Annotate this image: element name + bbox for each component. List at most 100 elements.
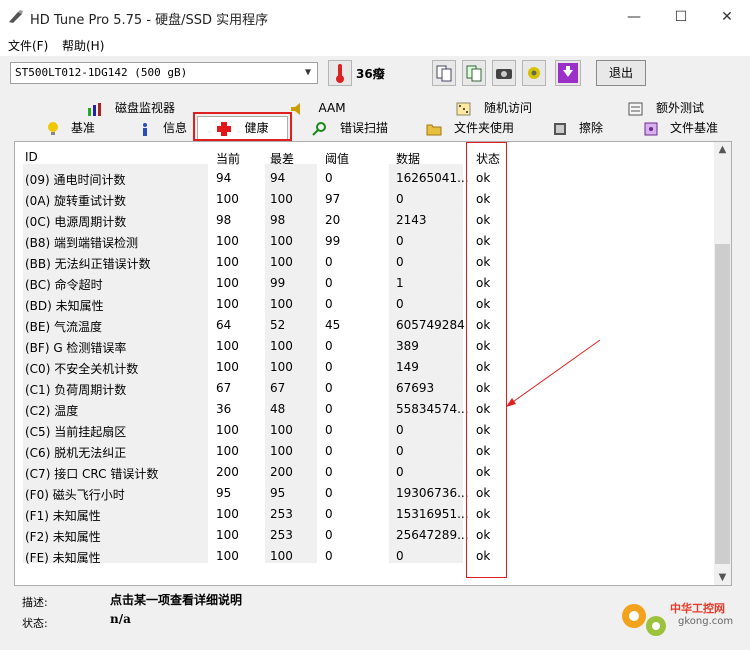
- cell-id: (C1) 负荷周期计数: [25, 383, 127, 397]
- tab-label: 错误扫描: [339, 121, 388, 135]
- cell-threshold: 45: [325, 318, 341, 332]
- cell-data: 15316951...: [396, 507, 469, 521]
- tab-disk-monitor[interactable]: 磁盘监视器: [56, 98, 206, 118]
- cell-data: 0: [396, 465, 404, 479]
- scroll-thumb[interactable]: [715, 244, 730, 564]
- table-row[interactable]: (FE) 未知属性 100 100 0 0 ok: [23, 546, 711, 567]
- table-row[interactable]: (BF) G 检测错误率 100 100 0 389 ok: [23, 336, 711, 357]
- table-row[interactable]: (09) 通电时间计数 94 94 0 16265041... ok: [23, 168, 711, 189]
- cell-threshold: 0: [325, 381, 333, 395]
- menu-file[interactable]: 文件(F): [8, 37, 48, 54]
- cell-id: (B8) 端到端错误检测: [25, 236, 139, 250]
- tab-error-scan[interactable]: 错误扫描: [310, 118, 390, 138]
- tab-label: 磁盘监视器: [114, 101, 175, 115]
- tab-label: 额外测试: [655, 101, 704, 115]
- tab-aam[interactable]: AAM: [258, 98, 378, 118]
- cell-status: ok: [476, 465, 491, 479]
- cell-data: 0: [396, 444, 404, 458]
- cell-worst: 98: [270, 213, 286, 227]
- cell-worst: 95: [270, 486, 286, 500]
- cell-worst: 100: [270, 234, 293, 248]
- header-data[interactable]: 数据: [396, 150, 420, 167]
- chevron-down-icon[interactable]: ▼: [299, 63, 317, 83]
- table-row[interactable]: (0C) 电源周期计数 98 98 20 2143 ok: [23, 210, 711, 231]
- cell-worst: 100: [270, 255, 293, 269]
- tab-label: 随机访问: [483, 101, 532, 115]
- header-id[interactable]: ID: [25, 150, 38, 164]
- header-status[interactable]: 状态: [476, 150, 500, 167]
- cell-current: 100: [216, 549, 239, 563]
- cell-current: 67: [216, 381, 232, 395]
- save-down-icon[interactable]: [555, 60, 581, 86]
- maximize-button[interactable]: ☐: [658, 0, 704, 34]
- vertical-scrollbar[interactable]: ▲ ▼: [714, 142, 731, 585]
- cell-worst: 100: [270, 423, 293, 437]
- cell-worst: 100: [270, 444, 293, 458]
- cell-id: (BB) 无法纠正错误计数: [25, 257, 151, 271]
- tab-label: AAM: [318, 101, 346, 115]
- copy-info-icon[interactable]: [432, 60, 456, 86]
- scroll-up-icon[interactable]: ▲: [714, 144, 731, 155]
- cell-threshold: 99: [325, 234, 341, 248]
- tab-file-benchmark[interactable]: 文件基准: [642, 118, 720, 138]
- cell-current: 100: [216, 234, 239, 248]
- cell-data: 0: [396, 297, 404, 311]
- tab-info[interactable]: 信息: [128, 118, 198, 138]
- table-row[interactable]: (C1) 负荷周期计数 67 67 0 67693 ok: [23, 378, 711, 399]
- scroll-down-icon[interactable]: ▼: [714, 572, 731, 583]
- table-row[interactable]: (B8) 端到端错误检测 100 100 99 0 ok: [23, 231, 711, 252]
- table-row[interactable]: (C7) 接口 CRC 错误计数 200 200 0 0 ok: [23, 462, 711, 483]
- camera-icon[interactable]: [492, 60, 516, 86]
- cell-worst: 100: [270, 192, 293, 206]
- cell-status: ok: [476, 507, 491, 521]
- table-row[interactable]: (C5) 当前挂起扇区 100 100 0 0 ok: [23, 420, 711, 441]
- menu-help[interactable]: 帮助(H): [62, 37, 104, 54]
- tab-benchmark[interactable]: 基准: [36, 118, 106, 138]
- cell-worst: 94: [270, 171, 286, 185]
- watermark-text: 中华工控网: [670, 602, 725, 615]
- header-worst[interactable]: 最差: [270, 150, 294, 167]
- cell-status: ok: [476, 297, 491, 311]
- exit-button[interactable]: 退出: [596, 60, 646, 86]
- close-button[interactable]: ✕: [704, 0, 750, 34]
- cell-worst: 100: [270, 297, 293, 311]
- tab-extra-tests[interactable]: 额外测试: [606, 98, 726, 118]
- table-header: ID 当前 最差 阈值 数据 状态: [23, 146, 711, 168]
- tab-erase[interactable]: 擦除: [552, 118, 604, 138]
- bar-chart-icon: [87, 102, 101, 116]
- cell-current: 64: [216, 318, 232, 332]
- gear-logo-icon: [622, 604, 666, 636]
- table-row[interactable]: (C2) 温度 36 48 0 55834574... ok: [23, 399, 711, 420]
- tab-random-access[interactable]: 随机访问: [424, 98, 564, 118]
- table-row[interactable]: (0A) 旋转重试计数 100 100 97 0 ok: [23, 189, 711, 210]
- drive-select[interactable]: ST500LT012-1DG142 (500 gB) ▼: [10, 62, 318, 84]
- folder-icon: [426, 124, 442, 135]
- table-row[interactable]: (BD) 未知属性 100 100 0 0 ok: [23, 294, 711, 315]
- table-row[interactable]: (C0) 不安全关机计数 100 100 0 149 ok: [23, 357, 711, 378]
- tab-label: 擦除: [578, 121, 603, 135]
- copy-all-icon[interactable]: [462, 60, 486, 86]
- tab-folder-usage[interactable]: 文件夹使用: [424, 118, 516, 138]
- cell-threshold: 0: [325, 549, 333, 563]
- table-row[interactable]: (F2) 未知属性 100 253 0 25647289... ok: [23, 525, 711, 546]
- cell-id: (09) 通电时间计数: [25, 173, 126, 187]
- settings-icon[interactable]: [522, 60, 546, 86]
- cell-threshold: 0: [325, 297, 333, 311]
- cell-worst: 67: [270, 381, 286, 395]
- tab-health[interactable]: 健康: [197, 116, 288, 140]
- table-row[interactable]: (BE) 气流温度 64 52 45 605749284 ok: [23, 315, 711, 336]
- cell-current: 94: [216, 171, 232, 185]
- thermometer-icon[interactable]: [328, 60, 352, 86]
- table-row[interactable]: (F0) 磁头飞行小时 95 95 0 19306736... ok: [23, 483, 711, 504]
- header-current[interactable]: 当前: [216, 150, 240, 167]
- cell-threshold: 0: [325, 507, 333, 521]
- table-row[interactable]: (F1) 未知属性 100 253 0 15316951... ok: [23, 504, 711, 525]
- minimize-button[interactable]: —: [611, 0, 657, 34]
- header-threshold[interactable]: 阈值: [325, 150, 349, 167]
- cell-data: 605749284: [396, 318, 465, 332]
- cell-id: (BF) G 检测错误率: [25, 341, 127, 355]
- cell-threshold: 0: [325, 360, 333, 374]
- table-row[interactable]: (BC) 命令超时 100 99 0 1 ok: [23, 273, 711, 294]
- table-row[interactable]: (C6) 脱机无法纠正 100 100 0 0 ok: [23, 441, 711, 462]
- table-row[interactable]: (BB) 无法纠正错误计数 100 100 0 0 ok: [23, 252, 711, 273]
